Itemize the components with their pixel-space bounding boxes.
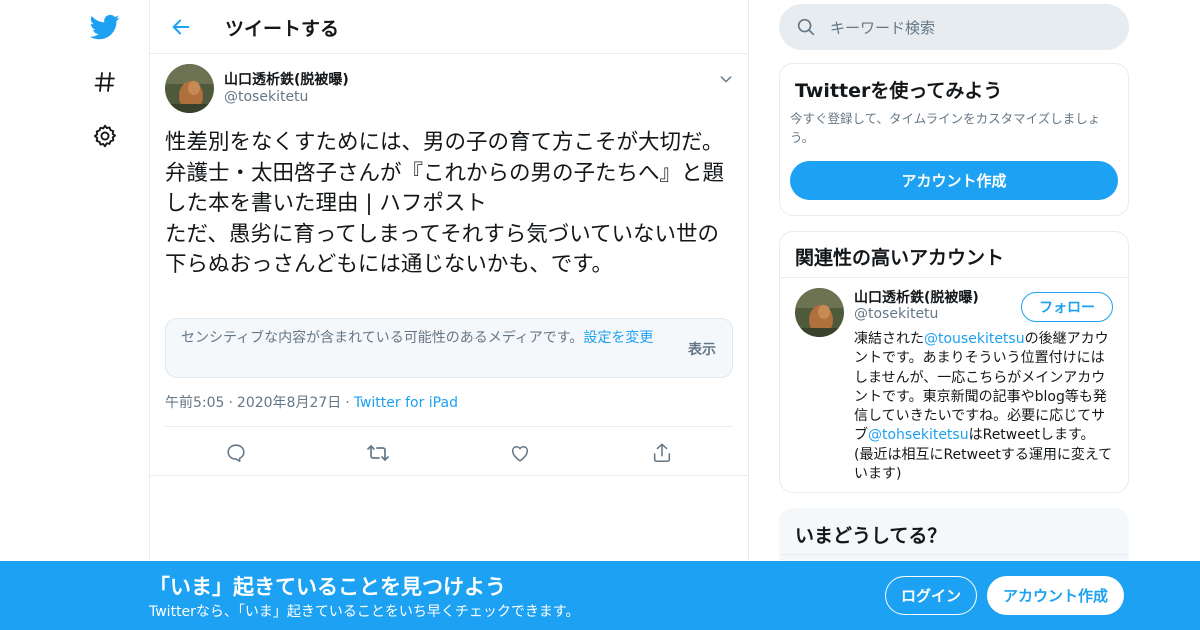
like-icon[interactable] (507, 440, 533, 466)
signup-title: Twitterを使ってみよう (795, 80, 1003, 102)
signup-card: Twitterを使ってみよう 今すぐ登録して、タイムラインをカスタマイズしましょ… (779, 63, 1129, 216)
sensitive-message: センシティブな内容が含まれている可能性のあるメディアです。 (181, 330, 584, 346)
tweet-meta: 午前5:05 · 2020年8月27日 · Twitter for iPad (165, 392, 458, 412)
tweet-time[interactable]: 午前5:05 (165, 395, 224, 411)
bio-mention-link[interactable]: @tohsekitetsu (868, 427, 969, 443)
avatar[interactable] (795, 288, 844, 337)
reply-icon[interactable] (223, 440, 249, 466)
back-arrow-icon (172, 19, 190, 35)
twitter-bird-icon[interactable] (88, 10, 122, 44)
change-settings-link[interactable]: 設定を変更 (583, 330, 653, 346)
tweet-date[interactable]: 2020年8月27日 (237, 395, 341, 411)
related-account-name[interactable]: 山口透析鉄(脱被曝) (854, 287, 979, 307)
search-input[interactable]: キーワード検索 (830, 17, 935, 38)
bottom-bar-title: 「いま」起きていることを見つけよう (149, 575, 506, 599)
divider (780, 554, 1128, 555)
related-accounts-card: 関連性の高いアカウント 山口透析鉄(脱被曝) @tosekitetu フォロー … (779, 231, 1129, 493)
divider (780, 277, 1128, 278)
search-icon (795, 16, 817, 38)
search-bar[interactable]: キーワード検索 (779, 4, 1129, 50)
left-nav (80, 0, 130, 630)
author-handle[interactable]: @tosekitetu (224, 89, 308, 105)
signup-button[interactable]: アカウント作成 (987, 576, 1124, 615)
create-account-button[interactable]: アカウント作成 (790, 161, 1118, 200)
tweet: 山口透析鉄(脱被曝) @tosekitetu 性差別をなくすためには、男の子の育… (150, 54, 748, 476)
follow-button[interactable]: フォロー (1021, 292, 1113, 322)
bio-text: 凍結された (854, 331, 924, 347)
show-media-button[interactable]: 表示 (688, 339, 716, 359)
retweet-icon[interactable] (365, 440, 391, 466)
sensitive-media-notice: センシティブな内容が含まれている可能性のあるメディアです。設定を変更 表示 (165, 318, 733, 378)
tweet-text: 性差別をなくすためには、男の子の育て方こそが大切だ。弁護士・太田啓子さんが『これ… (165, 130, 725, 277)
sensitive-text: センシティブな内容が含まれている可能性のあるメディアです。設定を変更 (181, 329, 671, 348)
divider (165, 426, 733, 427)
page-title: ツイートする (225, 18, 340, 40)
signup-description: 今すぐ登録して、タイムラインをカスタマイズしましょう。 (790, 111, 1101, 145)
gear-icon[interactable] (88, 119, 122, 153)
page-header: ツイートする (150, 0, 748, 54)
meta-separator: · (345, 395, 350, 411)
hashtag-icon[interactable] (88, 65, 122, 99)
meta-separator: · (228, 395, 233, 411)
bottom-signup-bar: 「いま」起きていることを見つけよう Twitterなら、「いま」起きていることを… (0, 561, 1200, 630)
bottom-bar-subtitle: Twitterなら、「いま」起きていることをいち早くチェックできます。 (149, 604, 580, 620)
related-account-bio: 凍結された@tousekitetsuの後継アカウントです。あまりそういう位置付け… (854, 330, 1118, 484)
author-name[interactable]: 山口透析鉄(脱被曝) (224, 69, 349, 89)
chevron-down-icon[interactable] (715, 68, 737, 90)
main-column: ツイートする 山口透析鉄(脱被曝) @tosekitetu 性差別をなくすために… (149, 0, 749, 630)
tweet-source-link[interactable]: Twitter for iPad (354, 395, 458, 411)
trends-title: いまどうしてる？ (795, 525, 947, 547)
avatar[interactable] (165, 64, 214, 113)
bio-mention-link[interactable]: @tousekitetsu (924, 331, 1025, 347)
back-button[interactable] (164, 10, 198, 44)
related-title: 関連性の高いアカウント (795, 247, 1005, 269)
related-account-handle[interactable]: @tosekitetu (854, 306, 938, 322)
share-icon[interactable] (649, 440, 675, 466)
login-button[interactable]: ログイン (885, 576, 977, 615)
